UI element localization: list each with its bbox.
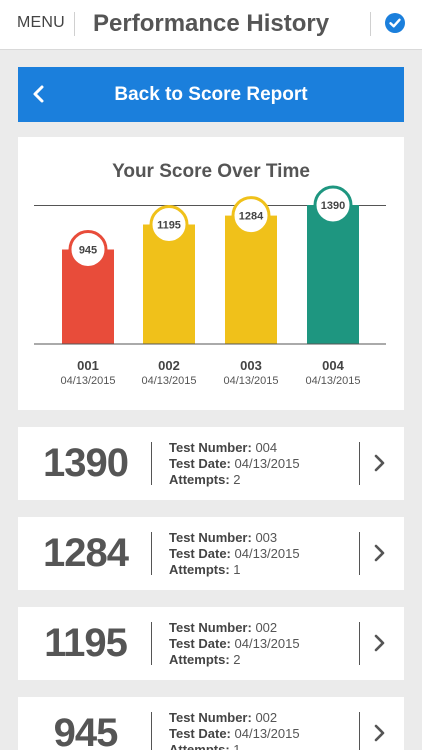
test-date-label: Test Date: <box>169 726 231 741</box>
chart-bar <box>307 205 359 344</box>
attempts-line: Attempts: 2 <box>169 652 300 668</box>
bar-value-label: 1195 <box>157 220 181 232</box>
category-label: 003 <box>240 358 262 373</box>
test-number-value: 002 <box>255 710 278 725</box>
attempts-value: 1 <box>233 562 241 577</box>
category-label: 002 <box>158 358 180 373</box>
page-title: Performance History <box>93 10 330 37</box>
row-score: 1390 <box>43 441 129 485</box>
row-divider <box>359 442 360 485</box>
test-number-value: 002 <box>255 620 278 635</box>
row-details: Test Number: 002 Test Date: 04/13/2015 Att… <box>169 620 300 668</box>
test-number-label: Test Number: <box>169 620 252 635</box>
score-history-row[interactable]: 1390 Test Number: 004 Test Date: 04/13/201… <box>18 427 404 500</box>
score-history-row[interactable]: 945 Test Number: 002 Test Date: 04/13/2015… <box>18 697 404 750</box>
row-divider <box>151 712 152 750</box>
test-number-value: 004 <box>255 440 278 455</box>
row-score: 945 <box>53 711 119 750</box>
attempts-value: 2 <box>233 472 241 487</box>
attempts-line: Attempts: 1 <box>169 742 300 750</box>
back-button-label: Back to Score Report <box>114 84 308 105</box>
attempts-label: Attempts: <box>169 742 230 750</box>
score-history-row[interactable]: 1284 Test Number: 003 Test Date: 04/13/201… <box>18 517 404 590</box>
attempts-value: 2 <box>233 652 241 667</box>
test-date-line: Test Date: 04/13/2015 <box>169 546 300 562</box>
bar-value-label: 1390 <box>321 200 345 212</box>
test-date-value: 04/13/2015 <box>234 636 300 651</box>
header-divider <box>74 12 75 36</box>
chevron-right-icon[interactable] <box>373 724 385 742</box>
category-label: 004 <box>322 358 344 373</box>
attempts-label: Attempts: <box>169 472 230 487</box>
test-number-label: Test Number: <box>169 710 252 725</box>
attempts-line: Attempts: 2 <box>169 472 300 488</box>
attempts-label: Attempts: <box>169 652 230 667</box>
attempts-label: Attempts: <box>169 562 230 577</box>
menu-button[interactable]: MENU <box>17 14 65 32</box>
category-date-label: 04/13/2015 <box>223 375 278 387</box>
score-chart-card: Your Score Over Time 945 001 04/13/2015 119… <box>18 137 404 410</box>
test-date-line: Test Date: 04/13/2015 <box>169 726 300 742</box>
row-score: 1284 <box>43 531 129 575</box>
test-number-label: Test Number: <box>169 530 252 545</box>
attempts-value: 1 <box>233 742 241 750</box>
row-details: Test Number: 004 Test Date: 04/13/2015 Att… <box>169 440 300 488</box>
test-date-line: Test Date: 04/13/2015 <box>169 636 300 652</box>
chevron-right-icon[interactable] <box>373 544 385 562</box>
row-divider <box>151 532 152 575</box>
top-bar: MENU Performance History <box>0 0 422 50</box>
row-divider <box>359 622 360 665</box>
category-label: 001 <box>77 358 99 373</box>
checkmark-icon[interactable] <box>385 13 405 33</box>
test-date-value: 04/13/2015 <box>234 546 300 561</box>
test-number-label: Test Number: <box>169 440 252 455</box>
category-date-label: 04/13/2015 <box>305 375 360 387</box>
score-history-row[interactable]: 1195 Test Number: 002 Test Date: 04/13/201… <box>18 607 404 680</box>
attempts-line: Attempts: 1 <box>169 562 300 578</box>
header-divider <box>370 12 371 36</box>
category-date-label: 04/13/2015 <box>60 375 115 387</box>
chevron-right-icon[interactable] <box>373 634 385 652</box>
test-date-label: Test Date: <box>169 636 231 651</box>
back-to-score-report-button[interactable]: Back to Score Report <box>18 67 404 122</box>
test-date-value: 04/13/2015 <box>234 726 300 741</box>
bar-value-label: 1284 <box>239 211 264 223</box>
row-divider <box>151 442 152 485</box>
test-number-line: Test Number: 003 <box>169 530 300 546</box>
row-details: Test Number: 002 Test Date: 04/13/2015 Att… <box>169 710 300 750</box>
row-divider <box>359 532 360 575</box>
test-date-label: Test Date: <box>169 546 231 561</box>
test-date-line: Test Date: 04/13/2015 <box>169 456 300 472</box>
test-date-value: 04/13/2015 <box>234 456 300 471</box>
test-number-line: Test Number: 004 <box>169 440 300 456</box>
test-date-label: Test Date: <box>169 456 231 471</box>
score-bar-chart: 945 001 04/13/2015 1195 002 04/13/2015 1284 003… <box>34 185 386 387</box>
category-date-label: 04/13/2015 <box>141 375 196 387</box>
row-details: Test Number: 003 Test Date: 04/13/2015 Att… <box>169 530 300 578</box>
row-divider <box>359 712 360 750</box>
test-number-line: Test Number: 002 <box>169 620 300 636</box>
test-number-line: Test Number: 002 <box>169 710 300 726</box>
chevron-right-icon[interactable] <box>373 454 385 472</box>
bar-value-label: 945 <box>79 245 97 257</box>
row-divider <box>151 622 152 665</box>
row-score: 1195 <box>44 621 128 665</box>
test-number-value: 003 <box>255 530 278 545</box>
